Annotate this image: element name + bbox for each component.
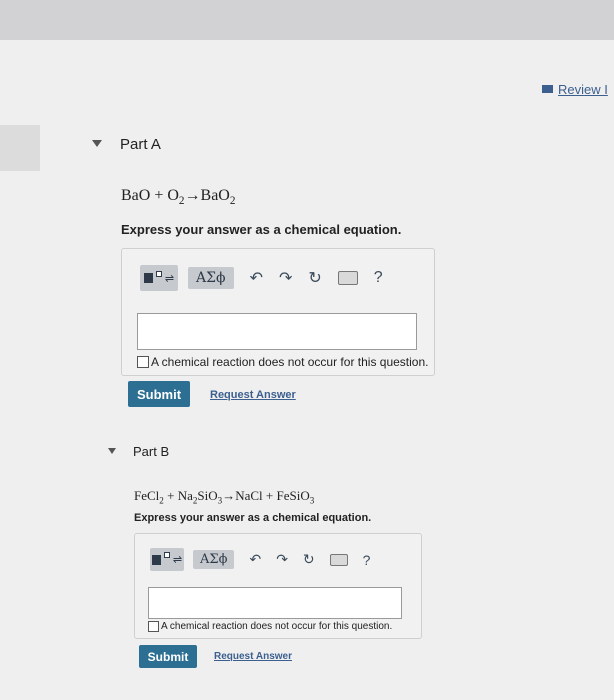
keyboard-icon[interactable] bbox=[329, 553, 348, 566]
greek-symbols-button[interactable]: ΑΣϕ bbox=[193, 550, 235, 569]
left-strip bbox=[0, 125, 40, 171]
part-b-equation: FeCl2 + Na2SiO3→NaCl + FeSiO3 bbox=[134, 488, 315, 506]
redo-icon[interactable]: ↷ bbox=[276, 551, 288, 568]
undo-icon[interactable]: ↶ bbox=[250, 268, 263, 288]
part-a-instruction: Express your answer as a chemical equati… bbox=[121, 222, 402, 237]
part-a-submit-button[interactable]: Submit bbox=[128, 381, 190, 407]
undo-icon[interactable]: ↶ bbox=[249, 551, 261, 568]
part-b-instruction: Express your answer as a chemical equati… bbox=[134, 512, 372, 524]
help-icon[interactable]: ? bbox=[363, 552, 371, 568]
help-icon[interactable]: ? bbox=[374, 269, 383, 287]
greek-symbols-button[interactable]: ΑΣϕ bbox=[188, 267, 234, 289]
reset-icon[interactable]: ↻ bbox=[303, 551, 315, 568]
part-b-request-answer-link[interactable]: Request Answer bbox=[214, 651, 292, 662]
review-link[interactable]: Review I bbox=[542, 82, 608, 97]
templates-button[interactable]: ⇌ bbox=[140, 265, 178, 291]
browser-top-band bbox=[0, 0, 614, 40]
book-icon bbox=[542, 85, 553, 93]
review-label: Review I bbox=[558, 82, 608, 97]
collapse-toggle-icon[interactable] bbox=[92, 140, 102, 147]
part-b-submit-button[interactable]: Submit bbox=[139, 645, 197, 668]
templates-button[interactable]: ⇌ bbox=[150, 548, 184, 571]
part-b-toolbar: ⇌ ΑΣϕ ↶ ↷ ↻ ? bbox=[150, 548, 370, 571]
keyboard-icon[interactable] bbox=[337, 271, 358, 285]
reset-icon[interactable]: ↻ bbox=[308, 268, 321, 288]
part-a-no-reaction-checkbox[interactable]: A chemical reaction does not occur for t… bbox=[137, 355, 428, 369]
part-b-answer-input[interactable] bbox=[148, 587, 402, 619]
part-b-title: Part B bbox=[133, 444, 170, 459]
redo-icon[interactable]: ↷ bbox=[279, 268, 292, 288]
part-a-answer-input[interactable] bbox=[137, 313, 417, 350]
part-a-toolbar: ⇌ ΑΣϕ ↶ ↷ ↻ ? bbox=[140, 265, 383, 291]
part-a-equation: BaO + O2→BaO2 bbox=[121, 187, 236, 208]
part-a-title: Part A bbox=[120, 136, 161, 153]
checkbox-icon[interactable] bbox=[148, 621, 159, 632]
part-a-request-answer-link[interactable]: Request Answer bbox=[210, 389, 296, 401]
part-b-no-reaction-checkbox[interactable]: A chemical reaction does not occur for t… bbox=[148, 621, 392, 632]
collapse-toggle-icon[interactable] bbox=[108, 448, 116, 454]
checkbox-icon[interactable] bbox=[137, 356, 149, 368]
